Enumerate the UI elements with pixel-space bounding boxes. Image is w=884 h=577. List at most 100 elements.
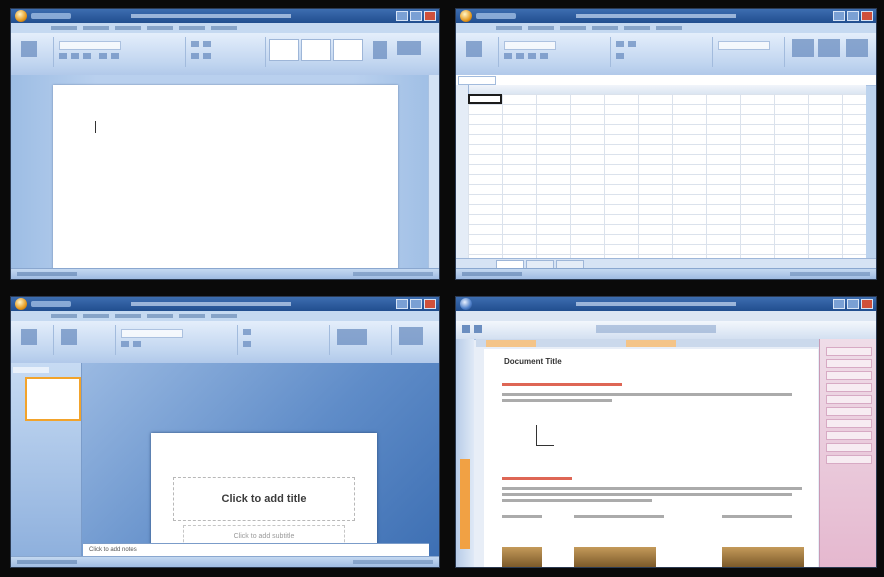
photo[interactable] bbox=[722, 547, 804, 567]
style-no-spacing[interactable] bbox=[301, 39, 331, 61]
minimize-button[interactable] bbox=[396, 11, 408, 21]
editing-icon[interactable] bbox=[399, 327, 423, 345]
menu-bar[interactable] bbox=[456, 311, 876, 321]
office-button-icon[interactable] bbox=[15, 10, 27, 22]
italic-icon[interactable] bbox=[71, 53, 79, 59]
ribbon-tabs[interactable] bbox=[456, 23, 876, 33]
page-list-item[interactable] bbox=[826, 455, 872, 464]
name-box[interactable] bbox=[458, 76, 496, 85]
bullets-icon[interactable] bbox=[243, 329, 251, 335]
slides-group[interactable] bbox=[55, 325, 116, 355]
font-group[interactable] bbox=[55, 37, 186, 67]
font-name-select[interactable] bbox=[504, 41, 556, 50]
slide-thumbnail-pane[interactable] bbox=[11, 363, 82, 557]
back-icon[interactable] bbox=[462, 325, 470, 333]
underline-icon[interactable] bbox=[83, 53, 91, 59]
maximize-button[interactable] bbox=[847, 299, 859, 309]
photo[interactable] bbox=[574, 547, 656, 567]
window-controls[interactable] bbox=[396, 11, 436, 21]
align-left-icon[interactable] bbox=[191, 53, 199, 59]
photo[interactable] bbox=[502, 547, 542, 567]
new-slide-icon[interactable] bbox=[61, 329, 77, 345]
minimize-button[interactable] bbox=[396, 299, 408, 309]
section-tab[interactable] bbox=[486, 340, 536, 347]
close-button[interactable] bbox=[424, 11, 436, 21]
page-list-item[interactable] bbox=[826, 371, 872, 380]
quick-access-toolbar[interactable] bbox=[476, 13, 516, 19]
maximize-button[interactable] bbox=[410, 11, 422, 21]
slide-thumbnail[interactable] bbox=[25, 377, 81, 421]
office-button-icon[interactable] bbox=[460, 10, 472, 22]
bullets-icon[interactable] bbox=[191, 41, 199, 47]
format-toolbar[interactable] bbox=[596, 325, 716, 333]
quick-access-toolbar[interactable] bbox=[31, 301, 71, 307]
paste-icon[interactable] bbox=[466, 41, 482, 57]
forward-icon[interactable] bbox=[474, 325, 482, 333]
clipboard-group[interactable] bbox=[13, 37, 54, 67]
font-group[interactable] bbox=[117, 325, 238, 355]
align-center-icon[interactable] bbox=[203, 53, 211, 59]
ribbon[interactable] bbox=[11, 33, 439, 76]
font-group[interactable] bbox=[500, 37, 611, 67]
vertical-scrollbar[interactable] bbox=[428, 75, 439, 269]
office-button-icon[interactable] bbox=[15, 298, 27, 310]
quick-access-toolbar[interactable] bbox=[31, 13, 71, 19]
page-list-item[interactable] bbox=[826, 383, 872, 392]
drawing-group[interactable] bbox=[331, 325, 392, 355]
wrap-text-icon[interactable] bbox=[628, 41, 636, 47]
ribbon-tabs[interactable] bbox=[11, 23, 439, 33]
notes-pane[interactable]: Click to add notes bbox=[83, 543, 429, 557]
paste-icon[interactable] bbox=[21, 329, 37, 345]
bold-icon[interactable] bbox=[121, 341, 129, 347]
maximize-button[interactable] bbox=[847, 11, 859, 21]
close-button[interactable] bbox=[861, 299, 873, 309]
page-list-item[interactable] bbox=[826, 407, 872, 416]
style-heading-1[interactable] bbox=[333, 39, 363, 61]
page-list-item[interactable] bbox=[826, 347, 872, 356]
toolbar[interactable] bbox=[456, 321, 876, 340]
page-list-item[interactable] bbox=[826, 443, 872, 452]
ribbon-tabs[interactable] bbox=[11, 311, 439, 321]
number-group[interactable] bbox=[714, 37, 785, 67]
page-list-item[interactable] bbox=[826, 359, 872, 368]
change-styles-icon[interactable] bbox=[373, 41, 387, 59]
slides-tab[interactable] bbox=[13, 367, 49, 373]
section-tabs[interactable] bbox=[476, 339, 876, 347]
conditional-format-icon[interactable] bbox=[792, 39, 814, 57]
page-list-item[interactable] bbox=[826, 419, 872, 428]
highlight-icon[interactable] bbox=[99, 53, 107, 59]
page-list-item[interactable] bbox=[826, 395, 872, 404]
merge-center-icon[interactable] bbox=[616, 53, 624, 59]
font-name-select[interactable] bbox=[59, 41, 121, 50]
zoom-slider[interactable] bbox=[790, 272, 870, 276]
alignment-group[interactable] bbox=[612, 37, 713, 67]
bold-icon[interactable] bbox=[504, 53, 512, 59]
numbering-icon[interactable] bbox=[203, 41, 211, 47]
navigation-bar[interactable] bbox=[456, 339, 474, 567]
title-placeholder[interactable]: Click to add title bbox=[173, 477, 355, 521]
paragraph-group[interactable] bbox=[239, 325, 330, 355]
note-page[interactable]: Document Title bbox=[484, 349, 818, 567]
app-icon[interactable] bbox=[460, 298, 472, 310]
document-page[interactable] bbox=[53, 85, 398, 271]
paragraph-group[interactable] bbox=[187, 37, 266, 67]
maximize-button[interactable] bbox=[410, 299, 422, 309]
bold-icon[interactable] bbox=[59, 53, 67, 59]
window-controls[interactable] bbox=[396, 299, 436, 309]
notebook-tab[interactable] bbox=[460, 459, 470, 549]
zoom-slider[interactable] bbox=[353, 272, 433, 276]
borders-icon[interactable] bbox=[528, 53, 536, 59]
number-format-select[interactable] bbox=[718, 41, 770, 50]
minimize-button[interactable] bbox=[833, 299, 845, 309]
insert-cells-icon[interactable] bbox=[818, 39, 840, 57]
fill-color-icon[interactable] bbox=[540, 53, 548, 59]
close-button[interactable] bbox=[424, 299, 436, 309]
page-list-item[interactable] bbox=[826, 431, 872, 440]
editing-icon[interactable] bbox=[397, 41, 421, 55]
style-normal[interactable] bbox=[269, 39, 299, 61]
ribbon[interactable] bbox=[11, 321, 439, 364]
align-top-icon[interactable] bbox=[616, 41, 624, 47]
clipboard-group[interactable] bbox=[13, 325, 54, 355]
active-cell[interactable] bbox=[468, 94, 502, 104]
close-button[interactable] bbox=[861, 11, 873, 21]
